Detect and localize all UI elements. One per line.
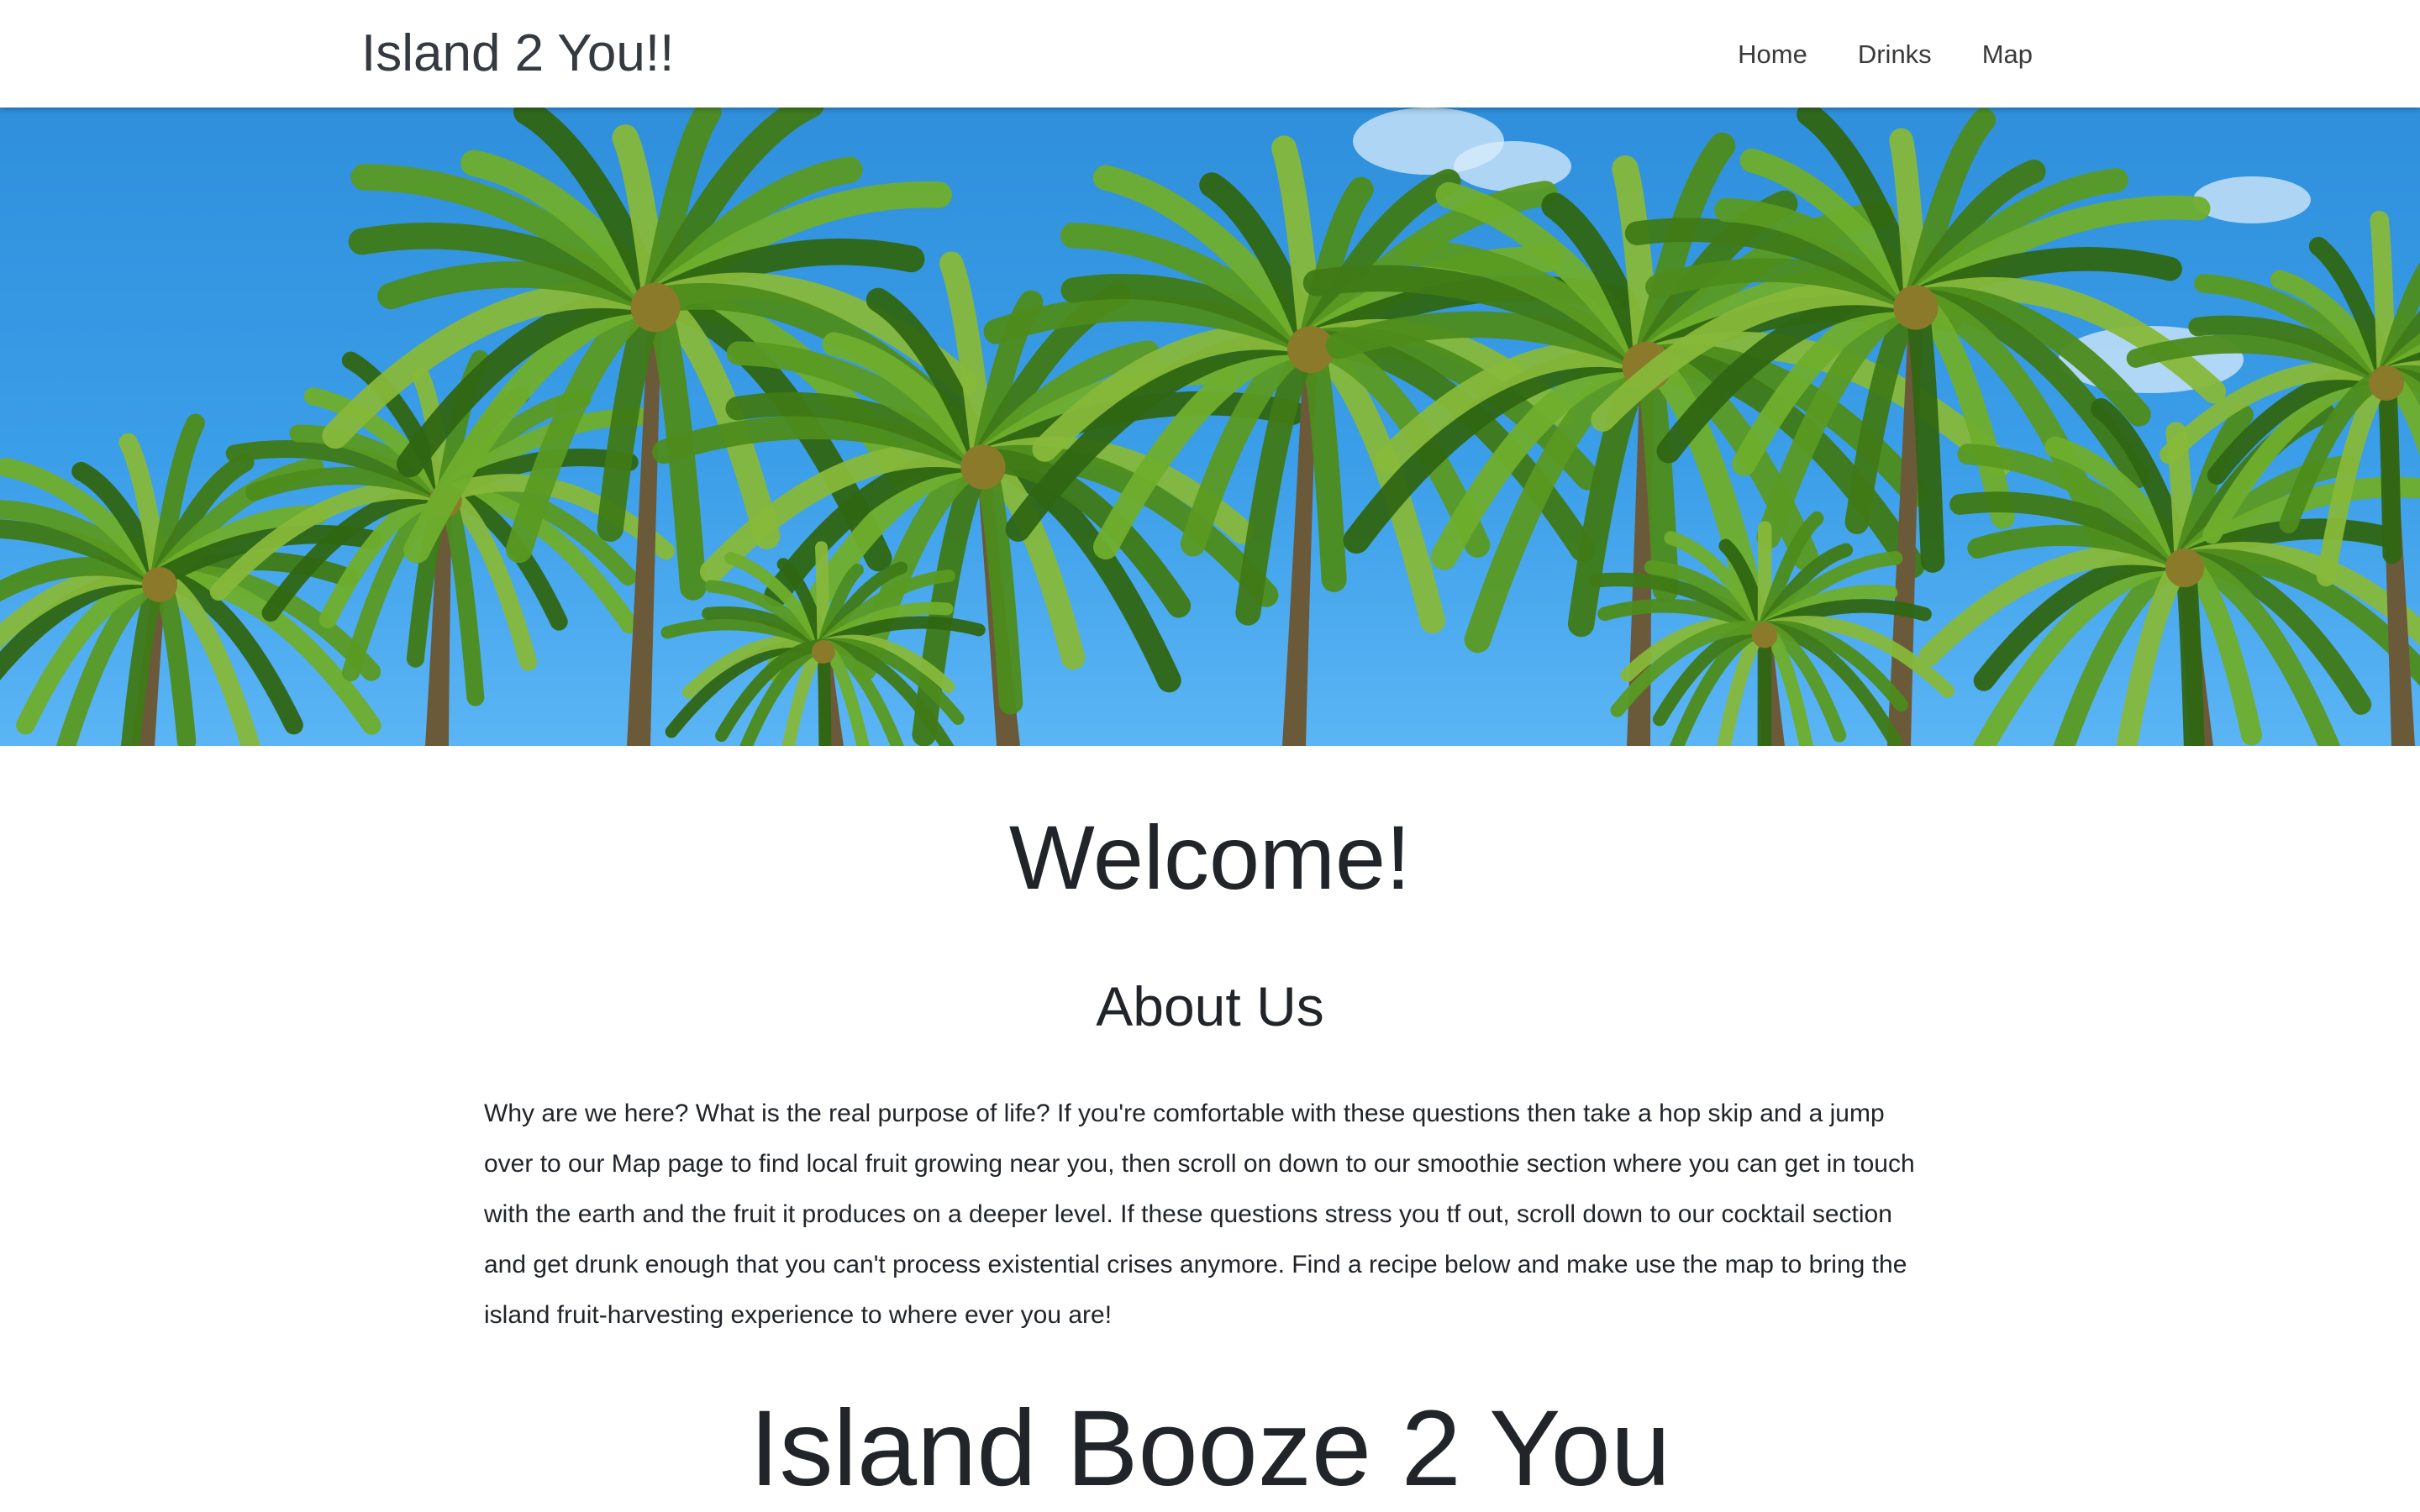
nav-link-home[interactable]: Home (1712, 32, 1833, 77)
nav-links: Home Drinks Map (1712, 32, 2033, 77)
top-navbar: Island 2 You!! Home Drinks Map (0, 0, 2420, 108)
about-us-heading: About Us (1096, 975, 1324, 1037)
about-us-paragraph: Why are we here? What is the real purpos… (484, 1100, 1915, 1329)
nav-link-drinks[interactable]: Drinks (1833, 32, 1957, 77)
palm-trees-illustration (0, 108, 2420, 746)
nav-link-map[interactable]: Map (1957, 32, 2033, 77)
welcome-heading: Welcome! (1008, 806, 1412, 908)
hero-banner-image (0, 108, 2420, 746)
island-booze-heading: Island Booze 2 You (749, 1389, 1671, 1509)
brand-link[interactable]: Island 2 You!! (361, 18, 674, 89)
